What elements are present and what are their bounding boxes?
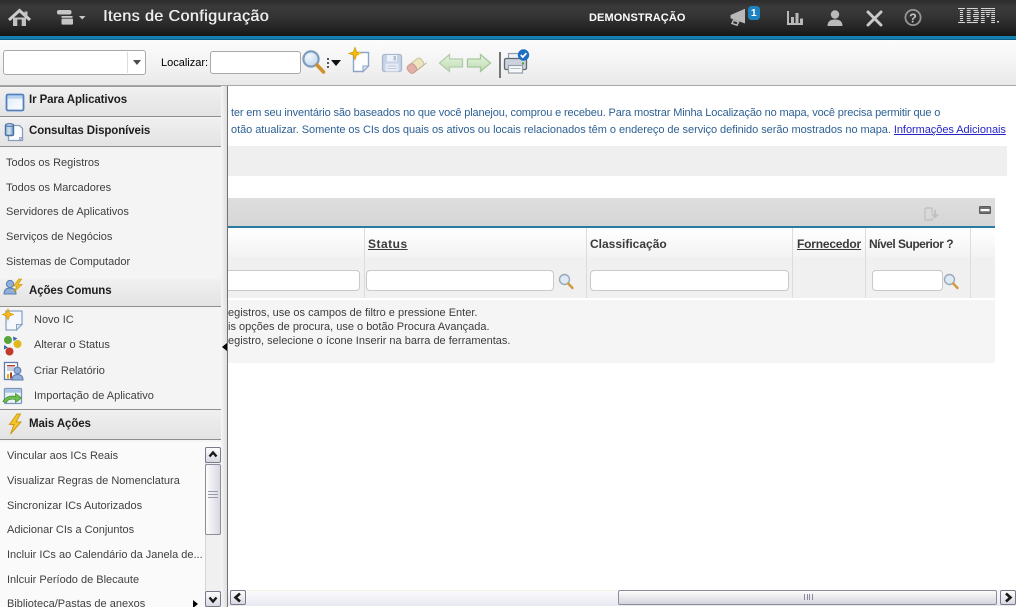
svg-text:?: ? [909, 12, 917, 26]
